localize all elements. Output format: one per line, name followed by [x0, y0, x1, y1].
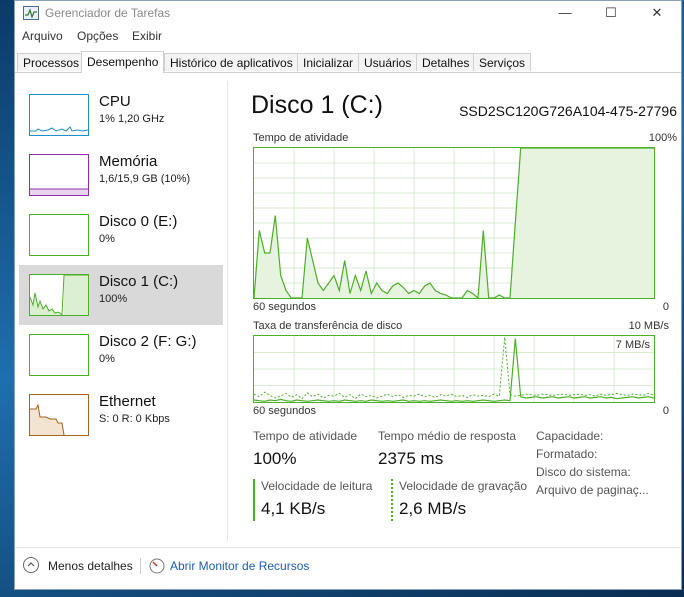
disk-detail-panel: Disco 1 (C:) SSD2SC120G726A104-475-27796… — [245, 73, 677, 543]
disk2-thumbnail-graph — [29, 334, 89, 376]
pagefile-label: Arquivo de paginaç... — [536, 483, 649, 497]
transfer-graph-label: Taxa de transferência de disco — [253, 320, 403, 332]
read-speed-label: Velocidade de leitura — [261, 479, 373, 493]
transfer-graph-max: 10 MB/s — [628, 320, 669, 332]
sidebar-item-subtitle: 1% 1,20 GHz — [99, 113, 165, 125]
cpu-thumbnail-graph — [29, 94, 89, 136]
activity-graph-label: Tempo de atividade — [253, 132, 349, 144]
disk1-thumbnail-graph — [29, 274, 89, 316]
tab-servicos[interactable]: Serviços — [473, 53, 532, 71]
tab-desempenho[interactable]: Desempenho — [81, 51, 165, 73]
chevron-up-icon[interactable] — [23, 557, 39, 573]
activity-graph-plot — [253, 147, 654, 300]
ethernet-thumbnail-graph — [29, 394, 89, 436]
formatted-label: Formatado: — [536, 447, 598, 461]
sidebar-item-memoria[interactable]: Memória 1,6/15,9 GB (10%) — [19, 145, 223, 205]
tab-bar: Processos Desempenho Histórico de aplica… — [15, 51, 681, 73]
capacity-label: Capacidade: — [536, 429, 604, 443]
transfer-graph: 7 MB/s — [253, 335, 655, 403]
sidebar-item-subtitle: 1,6/15,9 GB (10%) — [99, 173, 191, 185]
sidebar-item-subtitle: 0% — [99, 233, 115, 245]
footer-separator — [140, 558, 141, 574]
read-speed-indicator — [253, 479, 255, 521]
title-bar[interactable]: Gerenciador de Tarefas — ☐ ✕ — [15, 1, 681, 26]
sidebar-item-subtitle: 0% — [99, 353, 115, 365]
task-manager-window: Gerenciador de Tarefas — ☐ ✕ Arquivo Opç… — [14, 0, 682, 590]
tab-inicializar[interactable]: Inicializar — [297, 53, 360, 71]
tab-detalhes[interactable]: Detalhes — [416, 53, 476, 71]
response-stat-value: 2375 ms — [378, 449, 444, 468]
system-disk-label: Disco do sistema: — [536, 465, 631, 479]
open-resource-monitor-link[interactable]: Abrir Monitor de Recursos — [170, 559, 309, 573]
read-speed-value: 4,1 KB/s — [261, 499, 326, 518]
memory-thumbnail-graph — [29, 154, 89, 196]
transfer-graph-inner-label: 7 MB/s — [615, 339, 650, 351]
activity-graph — [253, 147, 655, 300]
transfer-graph-plot — [253, 336, 655, 402]
activity-graph-x-right: 0 — [662, 301, 669, 313]
activity-graph-x-left: 60 segundos — [253, 301, 316, 313]
disk0-thumbnail-graph — [29, 214, 89, 256]
activity-graph-max: 100% — [648, 132, 677, 144]
sidebar-item-disco-1[interactable]: Disco 1 (C:) 100% — [19, 265, 223, 325]
sidebar-item-title: Disco 2 (F: G:) — [99, 333, 197, 350]
page-title: Disco 1 (C:) — [251, 91, 383, 119]
sidebar-item-title: CPU — [99, 93, 131, 110]
minimize-button[interactable]: — — [542, 1, 588, 26]
footer-bar: Menos detalhes Abrir Monitor de Recursos — [15, 547, 681, 584]
less-details-button[interactable]: Menos detalhes — [48, 559, 133, 573]
menu-opcoes[interactable]: Opções — [77, 29, 118, 43]
activity-stat-label: Tempo de atividade — [253, 429, 358, 443]
tab-historico[interactable]: Histórico de aplicativos — [164, 53, 299, 71]
response-stat-label: Tempo médio de resposta — [378, 429, 517, 443]
resource-monitor-icon — [149, 558, 165, 574]
sidebar-item-title: Memória — [99, 153, 158, 170]
sidebar-divider — [227, 81, 228, 541]
menu-arquivo[interactable]: Arquivo — [22, 29, 63, 43]
sidebar-item-disco-2[interactable]: Disco 2 (F: G:) 0% — [19, 325, 223, 385]
transfer-graph-x-right: 0 — [662, 405, 669, 417]
menu-exibir[interactable]: Exibir — [132, 29, 162, 43]
disk-model: SSD2SC120G726A104-475-27796 — [459, 103, 677, 119]
write-speed-indicator — [391, 479, 393, 521]
sidebar-item-subtitle: 100% — [99, 293, 128, 305]
maximize-button[interactable]: ☐ — [588, 1, 634, 26]
write-speed-label: Velocidade de gravação — [399, 479, 528, 493]
sidebar-item-title: Disco 0 (E:) — [99, 213, 178, 230]
tab-usuarios[interactable]: Usuários — [358, 53, 418, 71]
task-manager-app-icon — [23, 6, 39, 20]
sidebar-item-title: Ethernet — [99, 393, 156, 410]
write-speed-value: 2,6 MB/s — [399, 499, 467, 518]
sidebar-item-title: Disco 1 (C:) — [99, 273, 179, 290]
window-title: Gerenciador de Tarefas — [45, 6, 171, 20]
activity-stat-value: 100% — [253, 449, 297, 468]
resource-sidebar: CPU 1% 1,20 GHz Memória 1,6/15,9 GB (10%… — [15, 73, 225, 543]
close-button[interactable]: ✕ — [634, 1, 680, 26]
sidebar-item-disco-0[interactable]: Disco 0 (E:) 0% — [19, 205, 223, 265]
transfer-graph-x-left: 60 segundos — [253, 405, 316, 417]
sidebar-item-subtitle: S: 0 R: 0 Kbps — [99, 413, 170, 425]
tab-processos[interactable]: Processos — [17, 53, 86, 71]
menu-bar: Arquivo Opções Exibir — [15, 28, 681, 46]
sidebar-item-ethernet[interactable]: Ethernet S: 0 R: 0 Kbps — [19, 385, 223, 445]
sidebar-item-cpu[interactable]: CPU 1% 1,20 GHz — [19, 85, 223, 145]
